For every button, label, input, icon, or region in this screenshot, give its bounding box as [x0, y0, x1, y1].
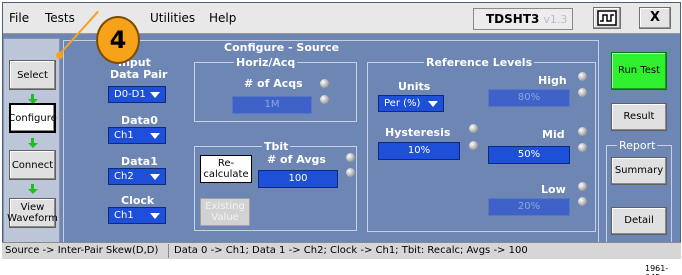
data-pair-label: Data Pair [110, 68, 168, 81]
units-dropdown[interactable]: Per (%) [378, 95, 444, 112]
app-name: TDSHT3 [486, 12, 540, 26]
knob-icon[interactable] [578, 127, 587, 136]
panel-title: Configure - Source [220, 41, 344, 54]
app-version: v1.3 [543, 13, 568, 26]
low-field[interactable]: 20% [488, 198, 570, 216]
knob-icon[interactable] [469, 124, 478, 133]
chevron-down-icon [150, 174, 160, 180]
close-button[interactable]: X [639, 7, 671, 29]
data-pair-value: D0-D1 [114, 89, 146, 100]
chevron-down-icon [150, 133, 160, 139]
high-field[interactable]: 80% [488, 89, 570, 107]
nav-configure-button[interactable]: Configure [8, 103, 57, 133]
units-value: Per (%) [384, 98, 421, 109]
knob-icon[interactable] [578, 72, 587, 81]
callout-pointer-dot [56, 52, 63, 59]
high-label: High [538, 74, 567, 87]
waveform-icon [597, 10, 617, 26]
down-arrow-icon [28, 184, 38, 194]
acqs-field[interactable]: 1M [232, 96, 312, 114]
menu-help[interactable]: Help [209, 11, 236, 25]
data1-dropdown[interactable]: Ch2 [108, 168, 166, 185]
knob-icon[interactable] [578, 197, 587, 206]
status-right-text: Data 0 -> Ch1; Data 1 -> Ch2; Clock -> C… [174, 245, 528, 256]
data0-dropdown[interactable]: Ch1 [108, 127, 166, 144]
status-left-text: Source -> Inter-Pair Skew(D,D) [5, 245, 159, 256]
low-label: Low [541, 183, 566, 196]
nav-view-waveform-button[interactable]: View Waveform [7, 198, 58, 228]
knob-icon[interactable] [469, 141, 478, 150]
detail-button[interactable]: Detail [611, 207, 667, 235]
clock-value: Ch1 [114, 210, 134, 221]
acqs-label: # of Acqs [244, 77, 303, 90]
status-bar: Source -> Inter-Pair Skew(D,D) Data 0 ->… [2, 242, 681, 259]
close-icon: X [649, 10, 661, 25]
knob-icon[interactable] [320, 95, 329, 104]
figure-number: 1961-045 [645, 264, 669, 275]
data0-value: Ch1 [114, 130, 134, 141]
scope-view-button[interactable] [593, 7, 621, 29]
chevron-down-icon [428, 101, 438, 107]
menu-tests[interactable]: Tests [45, 11, 75, 25]
data1-label: Data1 [121, 155, 158, 168]
data-pair-dropdown[interactable]: D0-D1 [108, 86, 166, 103]
step-callout: 4 [96, 16, 140, 64]
clock-dropdown[interactable]: Ch1 [108, 207, 166, 224]
result-button[interactable]: Result [611, 103, 667, 131]
mid-field[interactable]: 50% [488, 146, 570, 164]
menu-utilities[interactable]: Utilities [150, 11, 195, 25]
report-heading: Report [617, 139, 658, 152]
existing-value-button[interactable]: Existing Value [200, 198, 250, 226]
hysteresis-label: Hysteresis [385, 126, 451, 139]
chevron-down-icon [150, 213, 160, 219]
summary-button[interactable]: Summary [611, 157, 667, 185]
knob-icon[interactable] [578, 143, 587, 152]
avgs-label: # of Avgs [267, 153, 326, 166]
knob-icon[interactable] [578, 88, 587, 97]
nav-select-button[interactable]: Select [9, 60, 56, 90]
avgs-field[interactable]: 100 [258, 170, 338, 188]
menu-file[interactable]: File [9, 11, 29, 25]
run-test-button[interactable]: Run Test [611, 52, 667, 90]
left-nav-panel: Select Configure Connect View Waveform [3, 38, 60, 255]
down-arrow-icon [28, 138, 38, 148]
data0-label: Data0 [121, 114, 158, 127]
horiz-acq-heading: Horiz/Acq [234, 56, 298, 69]
app-title: TDSHT3 v1.3 [473, 8, 573, 30]
reference-levels-heading: Reference Levels [424, 56, 535, 69]
recalculate-button[interactable]: Re-calculate [200, 155, 252, 183]
knob-icon[interactable] [346, 153, 355, 162]
knob-icon[interactable] [578, 182, 587, 191]
units-label: Units [398, 80, 431, 93]
hysteresis-field[interactable]: 10% [378, 142, 460, 160]
knob-icon[interactable] [320, 79, 329, 88]
mid-label: Mid [542, 128, 565, 141]
nav-connect-button[interactable]: Connect [9, 150, 56, 180]
tbit-heading: Tbit [262, 140, 291, 153]
chevron-down-icon [150, 92, 160, 98]
data1-value: Ch2 [114, 171, 134, 182]
clock-label: Clock [121, 194, 155, 207]
knob-icon[interactable] [346, 168, 355, 177]
status-divider [168, 244, 169, 258]
